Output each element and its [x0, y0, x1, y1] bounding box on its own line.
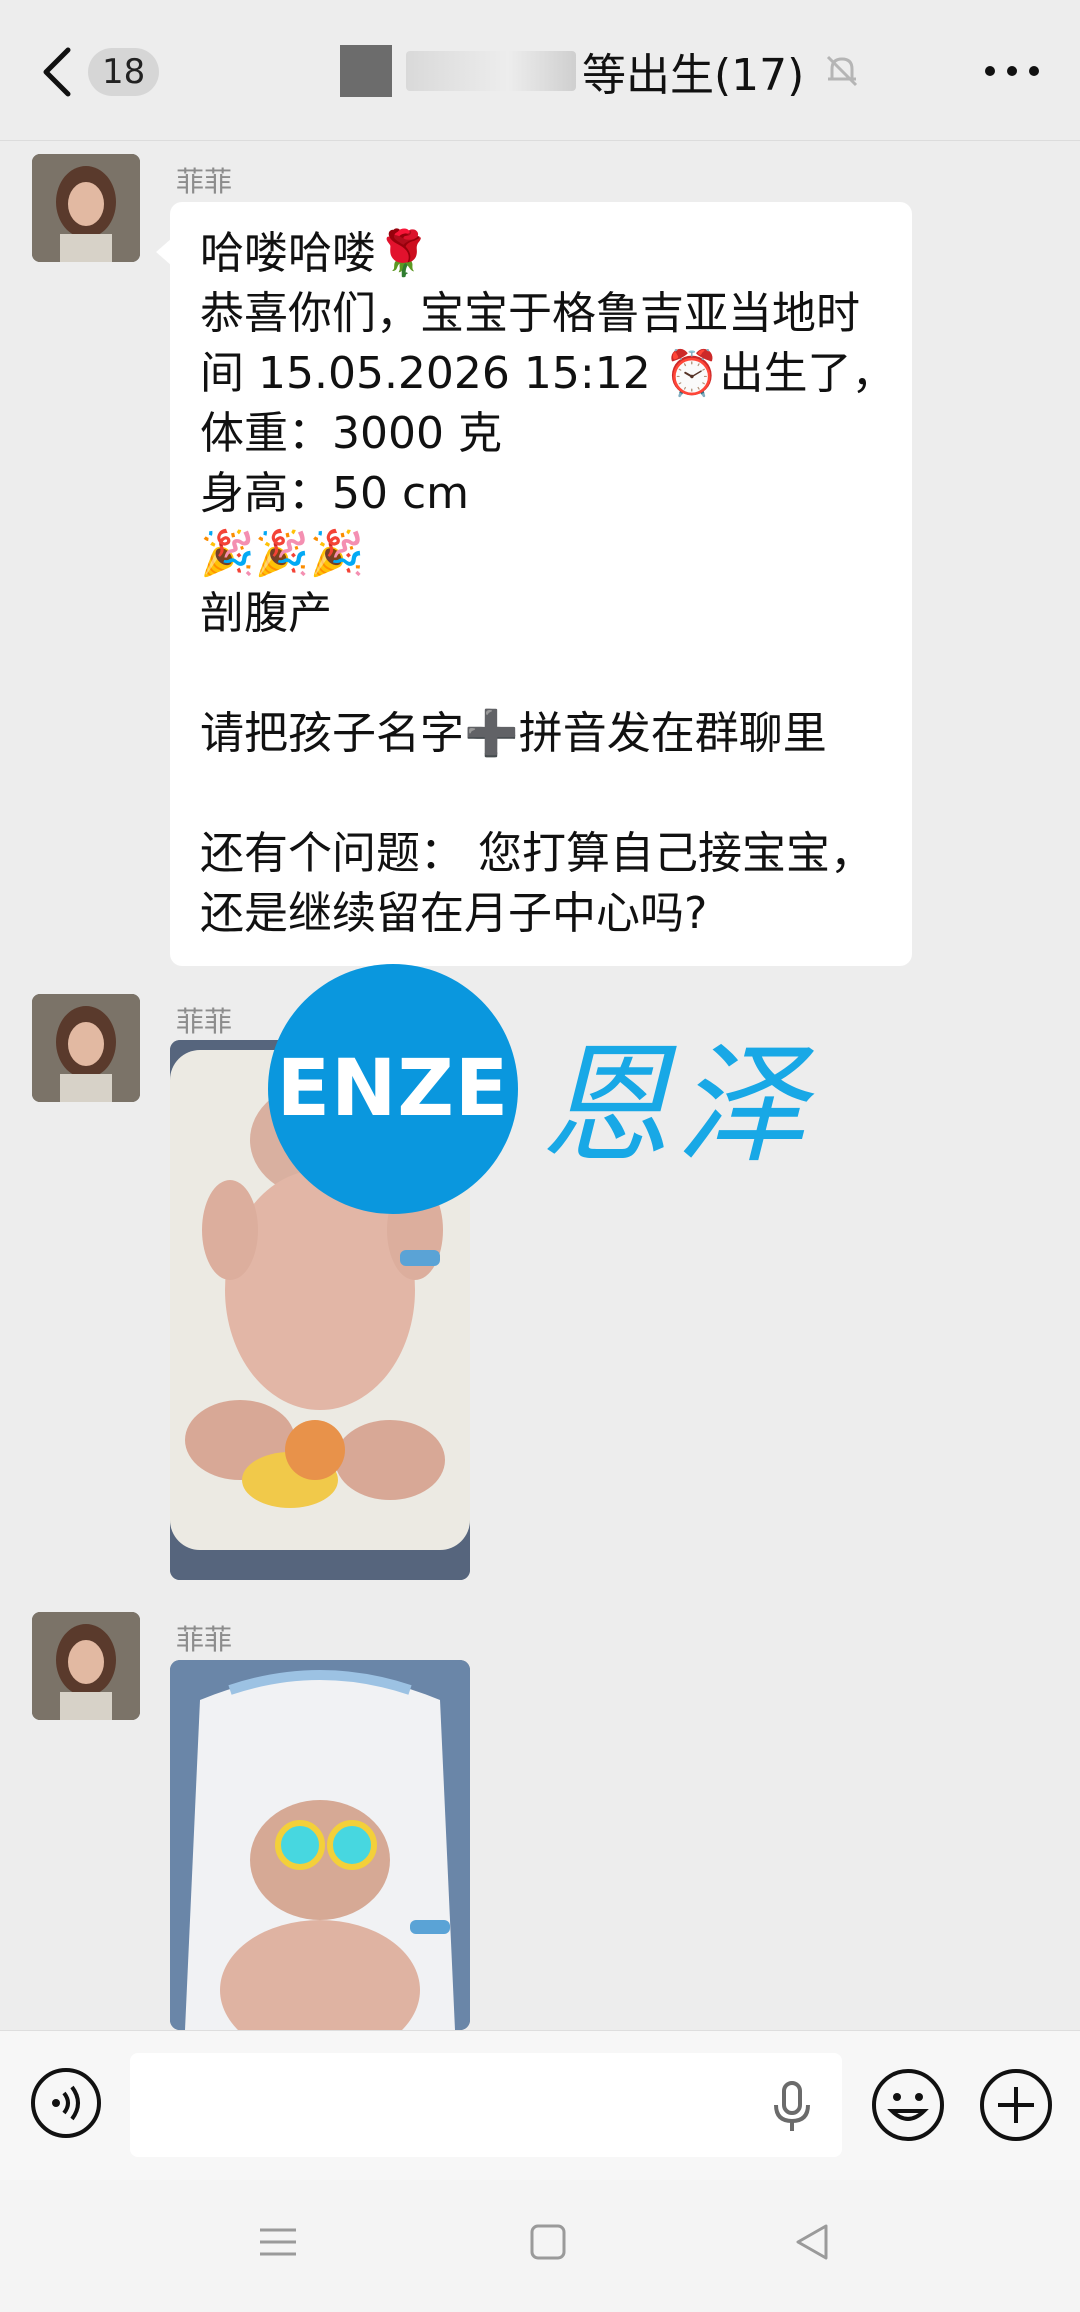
message-line: 还是继续留在月子中心吗? — [200, 888, 708, 939]
sender-name: 菲菲 — [176, 1005, 233, 1038]
message-line: 还有个问题： 您打算自己接宝宝， — [200, 828, 874, 879]
message-line — [200, 644, 882, 704]
sender-name: 菲菲 — [176, 165, 233, 198]
system-navigation-bar — [0, 2180, 1080, 2312]
watermark-text: 恩泽 — [540, 1029, 813, 1181]
title-redaction-blur — [406, 51, 576, 91]
watermark-logo: ENZE — [268, 964, 518, 1214]
message-line: 剖腹产 — [200, 588, 332, 639]
chat-title-text: 等出生(17) — [582, 50, 805, 101]
message-line: 体重：3000 克 — [200, 408, 502, 459]
nav-home-icon[interactable] — [528, 2222, 568, 2262]
message-line: 间 15.05.2026 15:12 ⏰出生了， — [200, 348, 896, 399]
unread-count-badge[interactable]: 18 — [88, 48, 160, 96]
chat-title: 等出生(17) — [340, 36, 862, 106]
nav-back-icon[interactable] — [794, 2222, 830, 2262]
avatar[interactable] — [32, 994, 140, 1102]
chat-header: 18 等出生(17) — [0, 0, 1080, 141]
message-line — [200, 764, 882, 824]
microphone-icon[interactable] — [770, 2081, 814, 2133]
avatar[interactable] — [32, 154, 140, 262]
message-line: 哈喽哈喽🌹 — [200, 228, 431, 279]
photo-message[interactable] — [170, 1660, 470, 2030]
message-line: 🎉🎉🎉 — [200, 528, 365, 579]
baby-photo — [170, 1660, 470, 2030]
avatar[interactable] — [32, 1612, 140, 1720]
more-icon[interactable] — [982, 56, 1042, 86]
message-input[interactable] — [130, 2053, 842, 2157]
back-icon[interactable] — [38, 44, 78, 100]
voice-icon[interactable] — [30, 2067, 102, 2139]
sender-name: 菲菲 — [176, 1623, 233, 1656]
title-redaction-block — [340, 45, 392, 97]
emoji-icon[interactable] — [870, 2067, 946, 2143]
message-line: 身高：50 cm — [200, 468, 470, 519]
plus-icon[interactable] — [978, 2067, 1054, 2143]
message-line: 请把孩子名字➕拼音发在群聊里 — [200, 708, 827, 759]
message-line: 恭喜你们，宝宝于格鲁吉亚当地时 — [200, 288, 860, 339]
nav-menu-icon[interactable] — [258, 2222, 298, 2262]
mute-bell-icon — [827, 55, 858, 87]
message-input-bar — [0, 2030, 1080, 2181]
text-message-bubble[interactable]: 哈喽哈喽🌹 恭喜你们，宝宝于格鲁吉亚当地时 间 15.05.2026 15:12… — [156, 202, 912, 966]
